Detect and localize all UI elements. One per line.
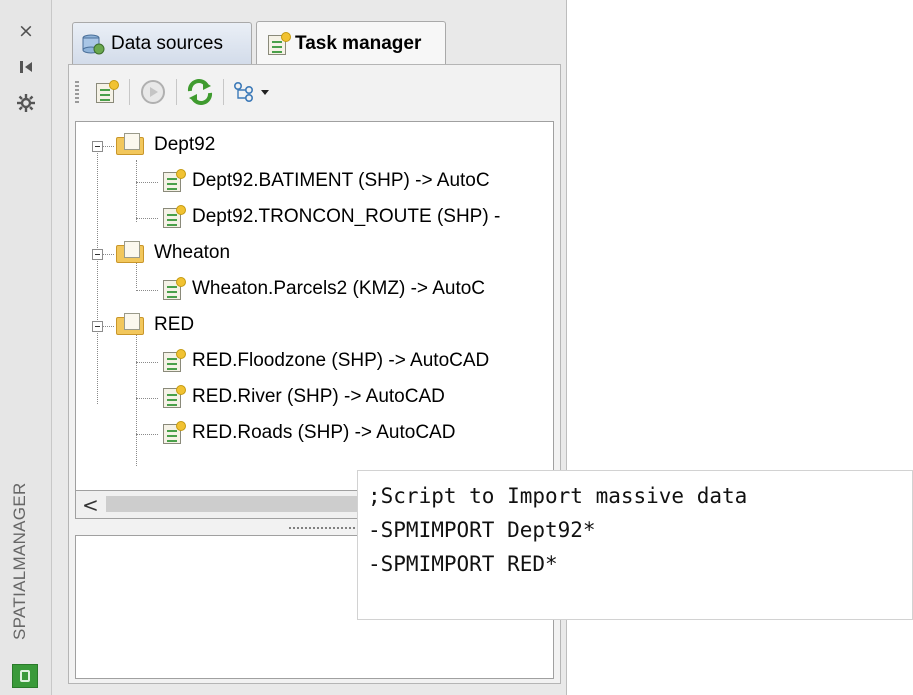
- tree-item-label: Dept92.BATIMENT (SHP) -> AutoC: [192, 170, 490, 191]
- panel-splitter[interactable]: [289, 527, 359, 529]
- tree-group-red[interactable]: RED: [116, 308, 194, 342]
- scroll-left-icon[interactable]: <: [82, 493, 99, 517]
- tree-connector: [102, 254, 114, 255]
- tree-item-label: RED.Roads (SHP) -> AutoCAD: [192, 422, 456, 443]
- tree-group-wheaton[interactable]: Wheaton: [116, 236, 230, 270]
- options-dropdown-icon: [233, 81, 269, 103]
- tree-connector: [136, 398, 158, 399]
- tab-task-manager[interactable]: Task manager: [256, 21, 446, 65]
- script-text-box: ;Script to Import massive data -SPMIMPOR…: [357, 470, 913, 620]
- new-task-icon: [93, 80, 119, 104]
- tree-item[interactable]: RED.River (SHP) -> AutoCAD: [160, 380, 445, 414]
- toolbar-separator: [129, 79, 130, 105]
- task-folder-icon: [116, 313, 148, 337]
- tree-group-dept92[interactable]: Dept92: [116, 128, 215, 162]
- task-icon: [160, 169, 186, 193]
- tab-label: Task manager: [295, 32, 422, 54]
- refresh-button[interactable]: [183, 75, 217, 109]
- new-task-button[interactable]: [89, 75, 123, 109]
- task-folder-icon: [116, 241, 148, 265]
- palette-side-strip: × SPATIALMANAGER: [0, 0, 52, 695]
- script-line: -SPMIMPORT RED*: [368, 552, 558, 576]
- tree-connector: [136, 362, 158, 363]
- tree-item[interactable]: Dept92.TRONCON_ROUTE (SHP) -: [160, 200, 500, 234]
- options-dropdown-button[interactable]: [230, 75, 276, 109]
- tab-data-sources[interactable]: Data sources: [72, 22, 252, 64]
- palette-title: SPATIALMANAGER: [10, 482, 29, 640]
- collapse-toggle-dept92[interactable]: [92, 141, 103, 152]
- tree-item[interactable]: Dept92.BATIMENT (SHP) -> AutoC: [160, 164, 490, 198]
- script-line: -SPMIMPORT Dept92*: [368, 518, 596, 542]
- tree-connector: [136, 218, 158, 219]
- tree-connector: [97, 148, 98, 404]
- tree-connector: [102, 146, 114, 147]
- tree-group-label: RED: [154, 314, 195, 335]
- task-folder-icon: [116, 133, 148, 157]
- refresh-icon: [187, 79, 213, 105]
- tree-group-label: Dept92: [154, 134, 216, 155]
- database-icon: [81, 32, 105, 56]
- properties-icon[interactable]: [14, 92, 38, 114]
- tree-connector: [136, 434, 158, 435]
- spatial-manager-logo-icon: [12, 664, 38, 688]
- run-task-icon: [141, 80, 165, 104]
- task-icon: [160, 385, 186, 409]
- toolbar-separator: [176, 79, 177, 105]
- tree-item-label: Wheaton.Parcels2 (KMZ) -> AutoC: [192, 278, 486, 299]
- tree-connector: [102, 326, 114, 327]
- tree-connector: [136, 334, 137, 466]
- task-tree[interactable]: Dept92 Dept92.BATIMENT (SHP) -> AutoC De…: [75, 121, 554, 491]
- tab-label: Data sources: [111, 32, 223, 54]
- tree-connector: [136, 182, 158, 183]
- tree-item-label: RED.River (SHP) -> AutoCAD: [192, 386, 445, 407]
- tree-item-label: Dept92.TRONCON_ROUTE (SHP) -: [192, 206, 501, 227]
- tree-item[interactable]: RED.Floodzone (SHP) -> AutoCAD: [160, 344, 489, 378]
- task-icon: [160, 421, 186, 445]
- task-icon: [160, 277, 186, 301]
- task-list-icon: [265, 31, 291, 56]
- tree-group-label: Wheaton: [154, 242, 231, 263]
- toolbar-grip[interactable]: [75, 81, 79, 103]
- task-icon: [160, 205, 186, 229]
- toolbar: [71, 69, 276, 115]
- collapse-toggle-wheaton[interactable]: [92, 249, 103, 260]
- tree-connector: [136, 160, 137, 222]
- run-task-button[interactable]: [136, 75, 170, 109]
- tree-item[interactable]: Wheaton.Parcels2 (KMZ) -> AutoC: [160, 272, 485, 306]
- tree-item-label: RED.Floodzone (SHP) -> AutoCAD: [192, 350, 490, 371]
- task-icon: [160, 349, 186, 373]
- tree-connector: [136, 290, 158, 291]
- close-icon[interactable]: ×: [14, 20, 38, 42]
- script-line: ;Script to Import massive data: [368, 484, 748, 508]
- tree-item[interactable]: RED.Roads (SHP) -> AutoCAD: [160, 416, 455, 450]
- collapse-toggle-red[interactable]: [92, 321, 103, 332]
- auto-hide-icon[interactable]: [14, 56, 38, 78]
- toolbar-separator: [223, 79, 224, 105]
